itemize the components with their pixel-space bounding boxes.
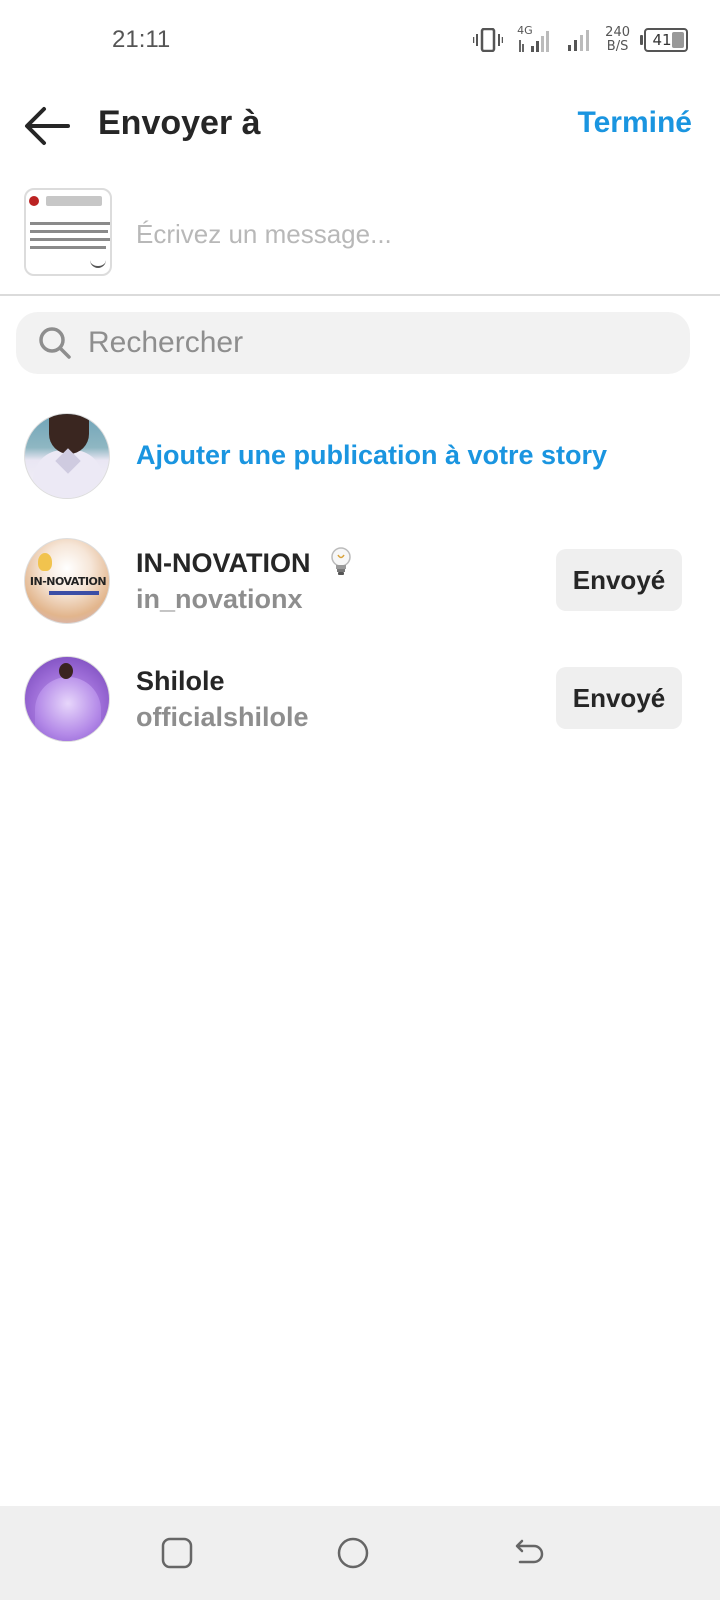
signal-icon [568,30,590,51]
sent-button[interactable]: Envoyé [556,549,682,611]
search-bar[interactable] [16,312,690,374]
recent-apps-button[interactable] [160,1536,194,1570]
done-button[interactable]: Terminé [578,106,692,140]
page-title: Envoyer à [98,104,261,142]
avatar-dress [35,677,101,741]
post-thumbnail [24,188,112,276]
add-to-story-label: Ajouter une publication à votre story [136,440,608,470]
contact-handle: in_novationx [136,584,303,614]
sent-button[interactable]: Envoyé [556,667,682,729]
system-back-button[interactable] [512,1536,546,1570]
status-bar: 21:11 4G 240 B/S 41 [0,0,720,80]
logo-bar [49,591,99,595]
thumbnail-text-line [30,246,106,249]
status-time: 21:11 [112,26,171,53]
contact-row-in-novation[interactable]: IN-NOVATION IN-NOVATION in_novationx Env… [0,538,720,630]
thumbnail-text-line [30,238,110,241]
contact-name: Shilole [136,666,225,696]
contact-name-row: IN-NOVATION [136,547,352,581]
contact-name: IN-NOVATION [136,548,311,578]
thumbnail-text-line [30,230,108,233]
status-icons: 4G 240 B/S 41 [473,22,688,58]
battery-icon: 41 [640,28,688,52]
avatar-head [59,663,73,679]
signal-4g-icon: 4G [517,24,553,54]
message-composer [0,188,720,280]
divider [0,294,720,296]
vibrate-icon [473,28,504,52]
avatar: IN-NOVATION [24,538,110,624]
logo-bulb [38,553,52,571]
header: Envoyer à Terminé [0,90,720,166]
message-input[interactable] [136,212,676,256]
arrow-left-icon [25,107,70,145]
logo-text: IN-NOVATION [29,575,107,588]
recent-apps-icon [161,1537,193,1569]
home-button[interactable] [336,1536,370,1570]
search-icon [39,327,71,359]
back-button[interactable] [22,104,72,148]
thumbnail-signature [90,258,106,268]
search-input[interactable] [88,322,668,364]
battery-level: 41 [652,31,672,49]
home-icon [337,1537,369,1569]
avatar-face [49,414,89,454]
thumbnail-badge [29,196,39,206]
lightbulb-icon [331,547,351,575]
thumbnail-banner [46,196,102,206]
battery-fill [672,32,684,48]
avatar [24,656,110,742]
speed-unit: B/S [606,39,629,54]
system-nav-bar [0,1506,720,1600]
speed-value: 240 [605,25,630,40]
contact-handle: officialshilole [136,702,309,732]
avatar [24,413,110,499]
add-to-story-row[interactable]: Ajouter une publication à votre story [0,410,720,502]
thumbnail-text-line [30,222,110,225]
network-speed: 240 B/S [605,26,630,54]
contact-row-shilole[interactable]: Shilole officialshilole Envoyé [0,656,720,748]
back-icon [515,1539,544,1564]
